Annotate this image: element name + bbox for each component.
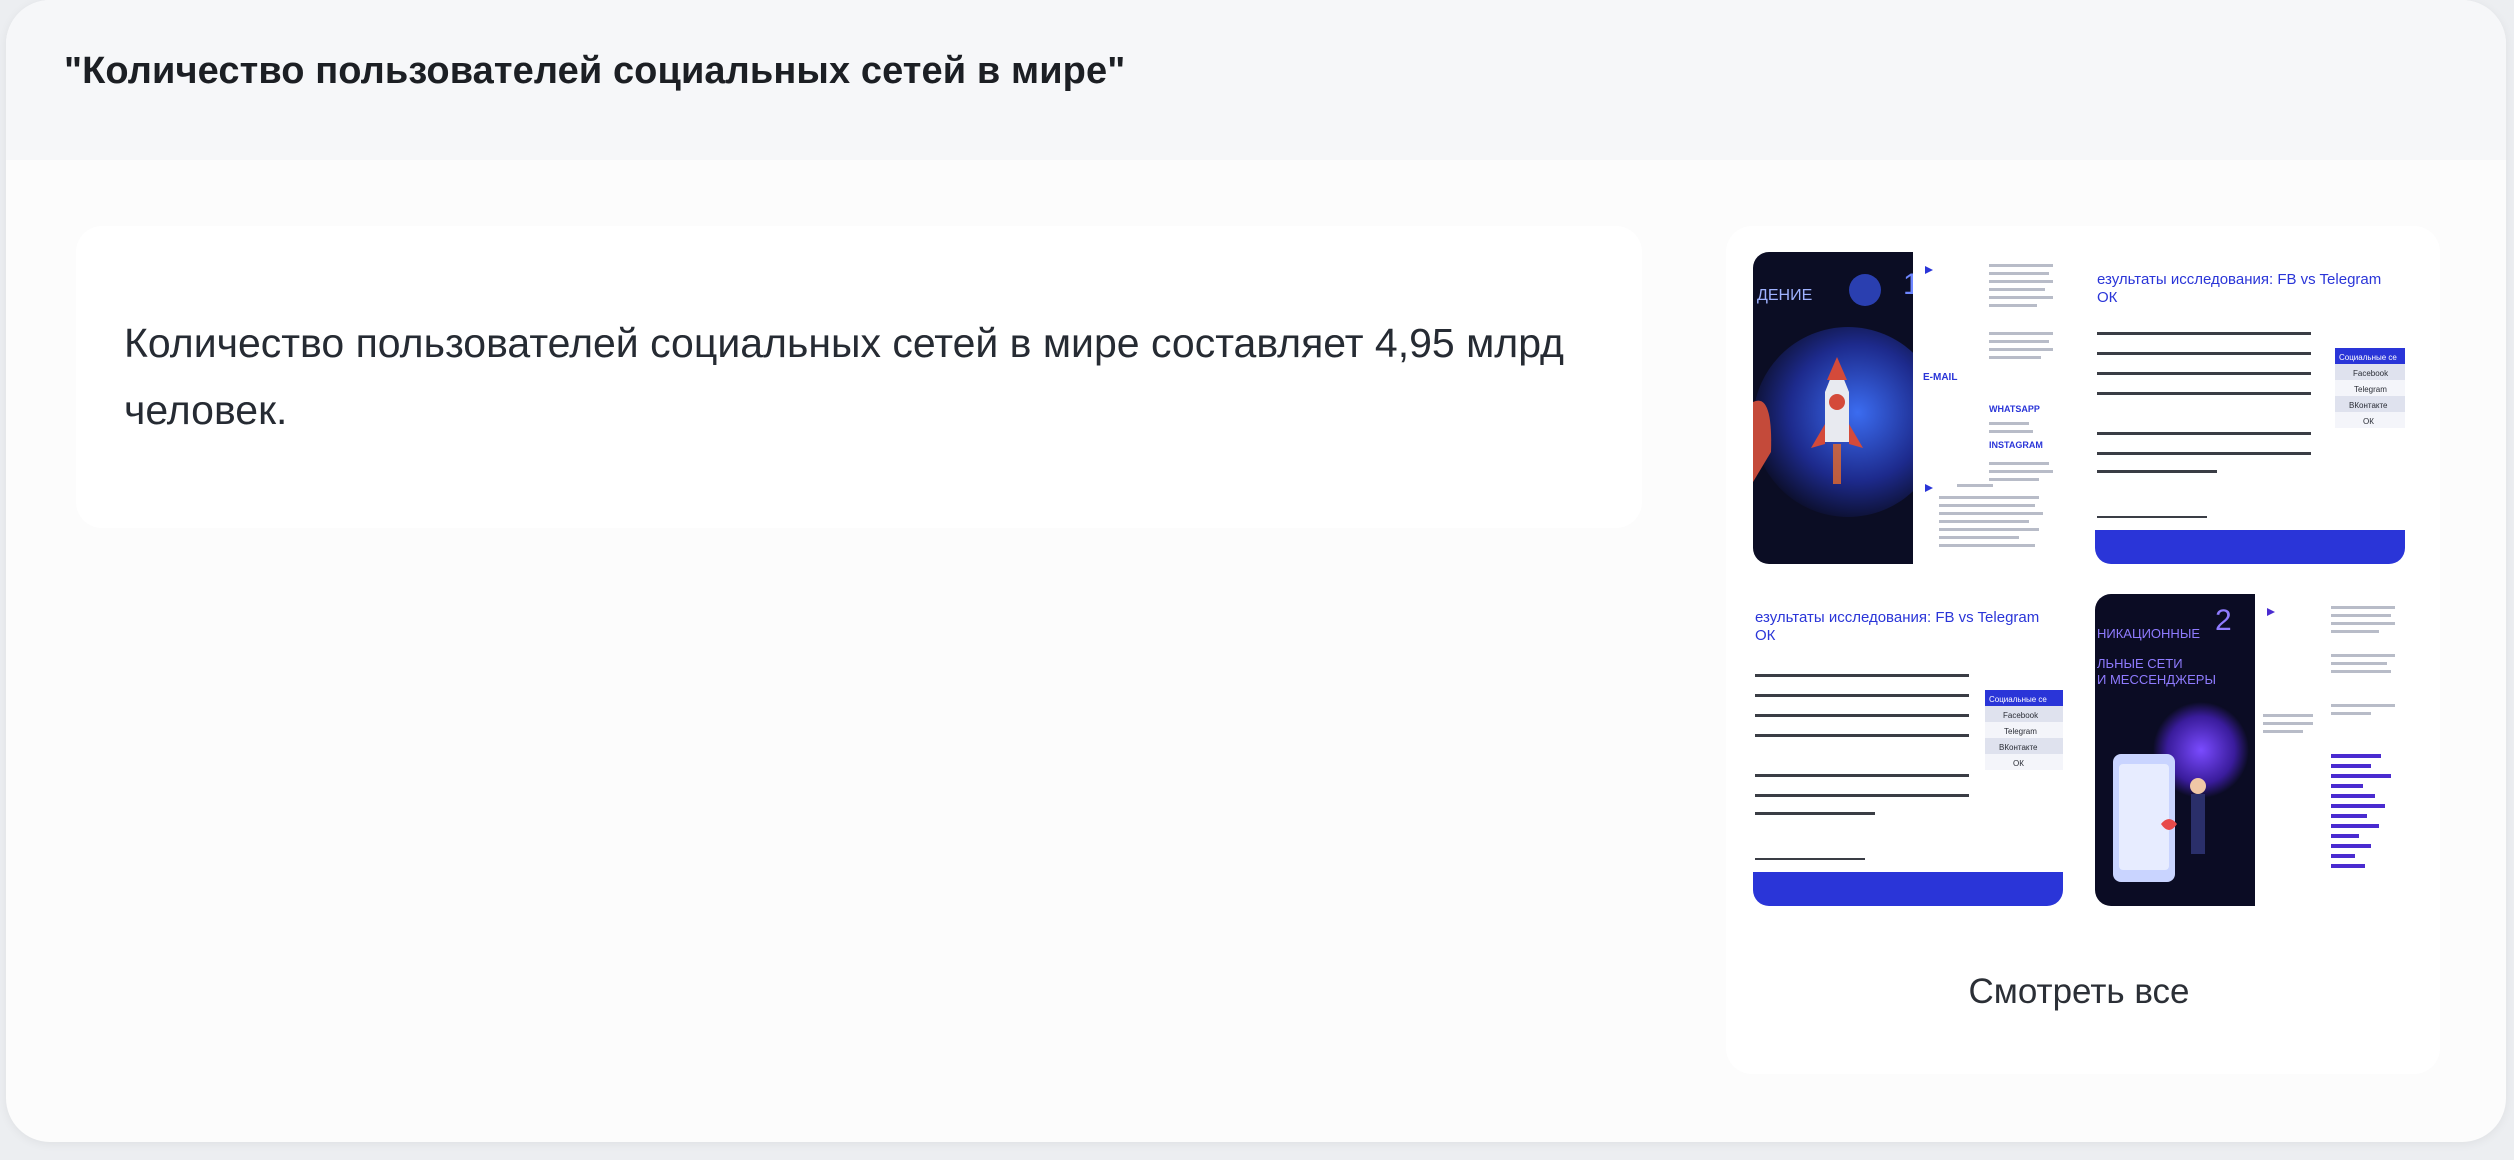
row-email: E-MAIL: [1923, 372, 1957, 383]
table-row-2: Telegram: [2004, 727, 2037, 736]
answer-text: Количество пользователей социальных сете…: [124, 320, 1564, 433]
slide-footer-banner: [2095, 530, 2405, 564]
source-page-preview-2: езультаты исследования: FB vs Telegram О…: [2095, 252, 2405, 564]
source-page-preview-4: 2 НИКАЦИОННЫЕ ЛЬНЫЕ СЕТИ И МЕССЕНДЖЕРЫ: [2095, 594, 2405, 906]
page-heading-line1: НИКАЦИОННЫЕ: [2097, 626, 2200, 641]
page-number: 2: [2215, 604, 2232, 637]
source-thumbnail-2[interactable]: езультаты исследования: FB vs Telegram О…: [2095, 252, 2405, 564]
table-row-2: Telegram: [2354, 385, 2387, 394]
table-row-1: Facebook: [2003, 711, 2039, 720]
card-header: "Количество пользователей социальных сет…: [6, 0, 2506, 160]
row-whatsapp: WHATSAPP: [1989, 404, 2040, 414]
card-title: "Количество пользователей социальных сет…: [64, 50, 1126, 92]
source-thumbnail-1[interactable]: 1 ДЕНИЕ E-MAIL WHATSAPP INSTAGRAM: [1753, 252, 2063, 564]
slide-title-line2: ОК: [1755, 627, 1776, 644]
source-page-preview-3: езультаты исследования: FB vs Telegram О…: [1753, 594, 2063, 906]
source-thumbnail-3[interactable]: езультаты исследования: FB vs Telegram О…: [1753, 594, 2063, 906]
slide-title: езультаты исследования: FB vs Telegram: [2097, 271, 2381, 288]
answer-box: Количество пользователей социальных сете…: [76, 226, 1642, 528]
page-heading: ДЕНИЕ: [1757, 287, 1812, 304]
table-row-3: ВКонтакте: [2349, 401, 2388, 410]
slide-title-line2: ОК: [2097, 289, 2118, 306]
table-row-4: ОК: [2013, 759, 2024, 768]
table-header: Социальные се: [2339, 353, 2397, 362]
table-row-1: Facebook: [2353, 369, 2389, 378]
slide-title: езультаты исследования: FB vs Telegram: [1755, 609, 2039, 626]
table-row-4: ОК: [2363, 417, 2374, 426]
slide-footer-banner: [1753, 872, 2063, 906]
page-heading-line3: И МЕССЕНДЖЕРЫ: [2097, 672, 2216, 687]
source-thumbnail-4[interactable]: 2 НИКАЦИОННЫЕ ЛЬНЫЕ СЕТИ И МЕССЕНДЖЕРЫ: [2095, 594, 2405, 906]
sources-panel: 1 ДЕНИЕ E-MAIL WHATSAPP INSTAGRAM езульт…: [1726, 226, 2440, 1074]
page-heading-line2: ЛЬНЫЕ СЕТИ: [2097, 656, 2183, 671]
row-instagram: INSTAGRAM: [1989, 440, 2043, 450]
answer-card: "Количество пользователей социальных сет…: [6, 0, 2506, 1142]
see-all-button[interactable]: Смотреть все: [1753, 942, 2405, 1042]
source-page-preview-1: 1 ДЕНИЕ E-MAIL WHATSAPP INSTAGRAM: [1753, 252, 2063, 564]
table-row-3: ВКонтакте: [1999, 743, 2038, 752]
table-header: Социальные се: [1989, 695, 2047, 704]
